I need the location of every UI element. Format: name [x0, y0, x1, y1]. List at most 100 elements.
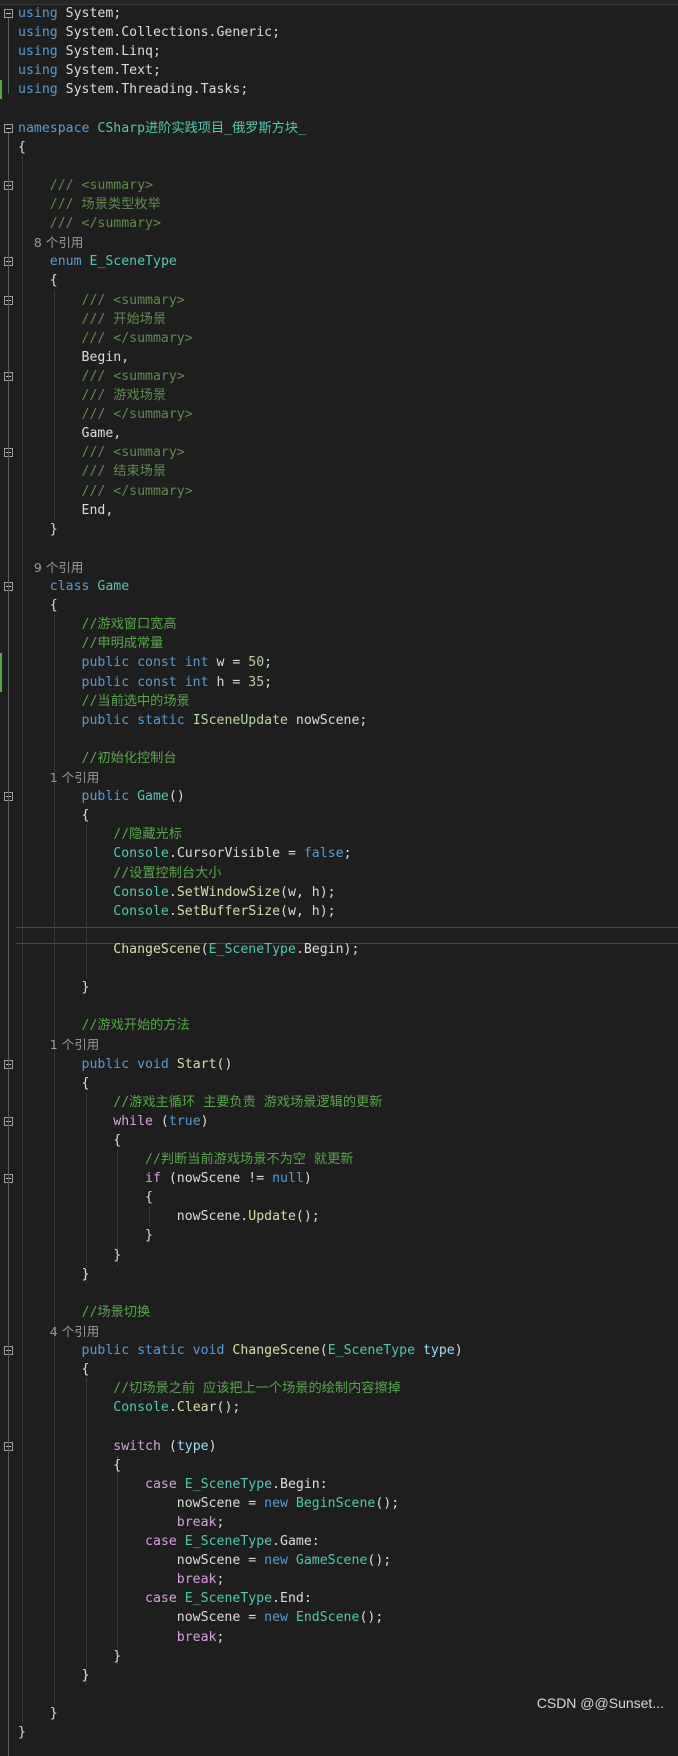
code-line[interactable]: nowScene = new BeginScene(); [18, 1494, 399, 1513]
code-line[interactable]: 1 个引用 [18, 1035, 99, 1054]
code-line[interactable]: 9 个引用 [18, 558, 83, 577]
code-line[interactable]: /// </summary> [18, 214, 161, 233]
code-line[interactable]: enum E_SceneType [18, 252, 177, 271]
code-line[interactable]: //判断当前游戏场景不为空 就更新 [18, 1150, 353, 1169]
code-line[interactable]: //游戏开始的方法 [18, 1016, 190, 1035]
code-line[interactable]: public const int w = 50; [18, 653, 273, 672]
code-line[interactable]: using System; [18, 4, 121, 23]
code-line[interactable]: { [18, 1360, 90, 1379]
code-line[interactable]: } [18, 1704, 58, 1723]
fold-toggle-icon[interactable] [4, 123, 13, 133]
codelens-reference-count[interactable]: 1 个引用 [18, 1037, 99, 1052]
code-token: { [18, 273, 58, 289]
code-line[interactable]: using System.Linq; [18, 42, 161, 61]
code-line[interactable]: case E_SceneType.Game: [18, 1532, 320, 1551]
code-line[interactable]: } [18, 1723, 26, 1742]
code-line[interactable]: class Game [18, 577, 129, 596]
code-line[interactable]: Begin, [18, 348, 130, 367]
code-line[interactable]: /// 游戏场景 [18, 386, 167, 405]
code-line[interactable]: using System.Threading.Tasks; [18, 80, 248, 99]
code-line[interactable]: break; [18, 1513, 225, 1532]
code-line[interactable]: namespace CSharp进阶实践项目_俄罗斯方块_ [18, 119, 306, 138]
code-line[interactable]: /// <summary> [18, 176, 153, 195]
code-token: type [422, 1343, 455, 1358]
code-token: h = [208, 674, 249, 690]
code-line[interactable]: case E_SceneType.End: [18, 1589, 312, 1608]
code-token: (); [359, 1610, 384, 1626]
code-line[interactable]: //初始化控制台 [18, 749, 177, 768]
code-line[interactable]: { [18, 138, 26, 157]
code-line[interactable]: /// <summary> [18, 291, 185, 310]
code-line[interactable]: { [18, 806, 90, 825]
code-line[interactable]: { [18, 1074, 90, 1093]
code-line[interactable]: public void Start() [18, 1055, 233, 1074]
code-line[interactable]: //设置控制台大小 [18, 864, 221, 883]
code-line[interactable]: } [18, 1647, 121, 1666]
code-line[interactable]: nowScene = new GameScene(); [18, 1551, 391, 1570]
code-line[interactable]: //场景切换 [18, 1303, 151, 1322]
code-token: (nowScene != [160, 1171, 273, 1187]
code-line[interactable]: ChangeScene(E_SceneType.Begin); [18, 940, 359, 959]
fold-toggle-icon[interactable] [4, 9, 13, 18]
code-editor[interactable]: using System; using System.Collections.Ge… [0, 0, 678, 1756]
code-line[interactable]: /// 开始场景 [18, 310, 167, 329]
code-line[interactable]: } [18, 1666, 90, 1685]
codelens-reference-count[interactable]: 9 个引用 [18, 560, 83, 575]
code-token: using [18, 25, 58, 41]
code-line[interactable]: using System.Collections.Generic; [18, 23, 280, 42]
code-line[interactable]: break; [18, 1628, 225, 1647]
code-line[interactable]: //申明成常量 [18, 634, 164, 653]
code-token: /// 场景类型枚举 [18, 197, 161, 212]
code-line[interactable]: //游戏主循环 主要负责 游戏场景逻辑的更新 [18, 1093, 382, 1112]
code-line[interactable]: } [18, 1226, 153, 1245]
codelens-reference-count[interactable]: 8 个引用 [18, 235, 83, 250]
code-line[interactable]: { [18, 596, 58, 615]
code-line[interactable]: { [18, 1131, 121, 1150]
code-line[interactable]: { [18, 1188, 153, 1207]
code-line[interactable]: Console.CursorVisible = false; [18, 844, 351, 863]
code-line[interactable]: /// </summary> [18, 482, 193, 501]
code-line[interactable]: /// 场景类型枚举 [18, 195, 161, 214]
code-line[interactable]: } [18, 1246, 121, 1265]
code-line[interactable]: Console.SetBufferSize(w, h); [18, 902, 335, 921]
code-line[interactable]: public static ISceneUpdate nowScene; [18, 711, 368, 730]
code-line[interactable]: switch (type) [18, 1437, 216, 1456]
code-line[interactable]: End, [18, 501, 114, 520]
code-line[interactable]: //游戏窗口宽高 [18, 615, 177, 634]
code-line[interactable]: /// </summary> [18, 329, 193, 348]
code-line[interactable]: /// </summary> [18, 405, 193, 424]
code-line[interactable]: break; [18, 1570, 225, 1589]
code-line[interactable]: using System.Text; [18, 61, 161, 80]
code-line[interactable]: //当前选中的场景 [18, 692, 190, 711]
code-line[interactable]: if (nowScene != null) [18, 1169, 312, 1188]
code-line[interactable]: 4 个引用 [18, 1322, 99, 1341]
code-line[interactable]: Console.SetWindowSize(w, h); [18, 883, 336, 902]
code-line[interactable]: while (true) [18, 1112, 208, 1131]
code-token: (w, h); [280, 884, 336, 900]
code-line[interactable]: Game, [18, 424, 122, 443]
code-line[interactable]: 1 个引用 [18, 768, 99, 787]
code-line[interactable]: { [18, 1456, 121, 1475]
code-line[interactable]: } [18, 1265, 90, 1284]
code-line[interactable]: /// 结束场景 [18, 462, 167, 481]
code-line[interactable]: public Game() [18, 787, 185, 806]
code-line[interactable]: Console.Clear(); [18, 1398, 240, 1417]
code-line[interactable]: public static void ChangeScene(E_SceneTy… [18, 1341, 463, 1360]
code-line[interactable]: 8 个引用 [18, 233, 83, 252]
codelens-reference-count[interactable]: 4 个引用 [18, 1324, 99, 1339]
code-line[interactable]: } [18, 520, 58, 539]
code-line[interactable]: { [18, 271, 58, 290]
codelens-reference-count[interactable]: 1 个引用 [18, 770, 99, 785]
code-line[interactable]: /// <summary> [18, 443, 185, 462]
code-line[interactable]: nowScene = new EndScene(); [18, 1608, 384, 1627]
code-line[interactable]: public const int h = 35; [18, 673, 273, 692]
code-token: Console [18, 884, 169, 900]
code-line[interactable]: //隐藏光标 [18, 825, 182, 844]
code-line[interactable]: } [18, 978, 90, 997]
code-line[interactable]: //切场景之前 应该把上一个场景的绘制内容擦掉 [18, 1379, 401, 1398]
code-line[interactable]: nowScene.Update(); [18, 1207, 320, 1226]
code-line[interactable]: case E_SceneType.Begin: [18, 1475, 328, 1494]
code-line[interactable]: /// <summary> [18, 367, 185, 386]
